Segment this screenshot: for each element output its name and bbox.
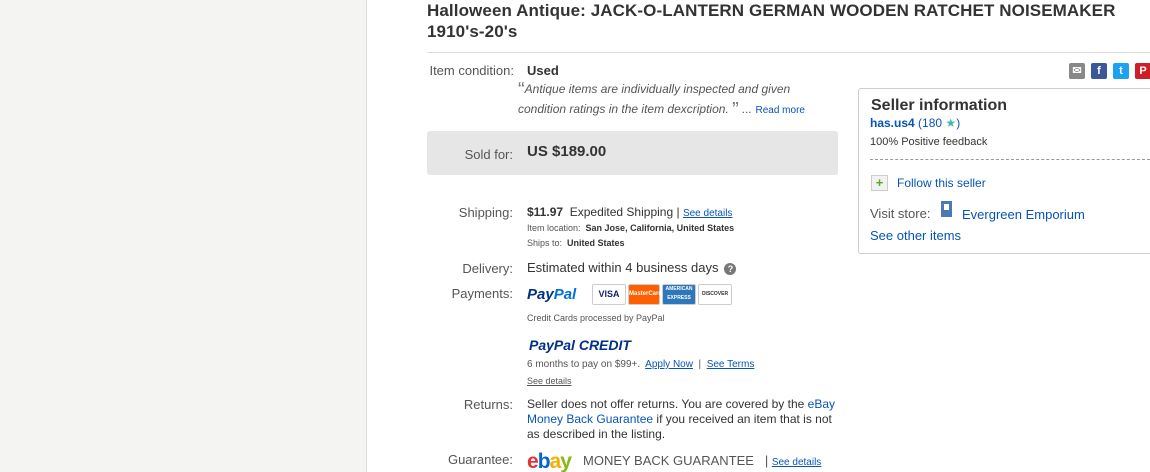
ships-to: Ships to: United States xyxy=(527,238,625,248)
apply-now-link[interactable]: Apply Now xyxy=(645,359,693,370)
amex-card-icon: AMERICAN EXPRESS xyxy=(662,284,696,305)
image-background xyxy=(0,0,366,472)
guarantee-see-details-link[interactable]: See details xyxy=(772,457,821,468)
shipping-see-details-link[interactable]: See details xyxy=(683,208,732,219)
ships-to-value: United States xyxy=(567,238,625,248)
paypal-credit-logo-credit: CREDIT xyxy=(578,337,631,353)
sold-for-label: Sold for: xyxy=(464,147,513,162)
guarantee-sep: | xyxy=(764,453,769,468)
money-back-guarantee: MONEY BACK GUARANTEE | See details xyxy=(583,453,821,468)
seller-name-link[interactable]: has.us4 xyxy=(870,116,915,130)
delivery-estimate: Estimated within 4 business days? xyxy=(527,260,737,275)
payments-see-details-link[interactable]: See details xyxy=(527,376,572,386)
credit-offer: 6 months to pay on $99+. Apply Now | See… xyxy=(527,359,754,370)
store-link[interactable]: Evergreen Emporium xyxy=(962,207,1085,222)
item-title: Halloween Antique: JACK-O-LANTERN GERMAN… xyxy=(427,1,1116,41)
ebay-logo-y: y xyxy=(560,450,572,472)
shipping-label: Shipping: xyxy=(458,205,513,220)
condition-note: “Antique items are individually inspecte… xyxy=(518,80,838,120)
item-location-label: Item location: xyxy=(527,223,581,233)
email-share-icon[interactable]: ✉ xyxy=(1069,63,1085,79)
shipping-details: $11.97 Expedited Shipping | See details xyxy=(527,205,732,219)
positive-feedback: 100% Positive feedback xyxy=(870,136,988,148)
ships-to-label: Ships to: xyxy=(527,238,563,248)
returns-policy: Seller does not offer returns. You are c… xyxy=(527,397,837,442)
help-icon[interactable]: ? xyxy=(724,263,737,275)
paypal-credit-logo-paypal: PayPal xyxy=(529,337,575,353)
see-terms-link[interactable]: See Terms xyxy=(707,359,755,370)
ebay-logo-a: a xyxy=(549,450,562,472)
paypal-logo: PayPal xyxy=(527,286,576,303)
condition-ellipsis: ... xyxy=(742,102,753,116)
sold-price: US $189.00 xyxy=(527,143,607,160)
pinterest-share-icon[interactable]: P xyxy=(1135,63,1150,79)
delivery-label: Delivery: xyxy=(462,261,513,276)
ebay-logo-b: b xyxy=(537,450,551,472)
follow-seller-link[interactable]: Follow this seller xyxy=(897,176,986,190)
store-icon xyxy=(941,201,952,217)
cards-note: Credit Cards processed by PayPal xyxy=(527,313,665,323)
visa-card-icon: VISA xyxy=(592,284,626,305)
feedback-close: ) xyxy=(956,116,961,130)
twitter-share-icon[interactable]: t xyxy=(1113,63,1129,79)
item-location: Item location: San Jose, California, Uni… xyxy=(527,223,734,233)
plus-icon[interactable]: + xyxy=(871,175,888,191)
image-divider xyxy=(366,0,367,472)
delivery-value: Estimated within 4 business days xyxy=(527,260,719,275)
condition-value: Used xyxy=(527,63,559,78)
credit-note: 6 months to pay on $99+. xyxy=(527,359,641,370)
ebay-logo-e: e xyxy=(527,450,539,472)
star-icon: ★ xyxy=(945,116,957,130)
payments-label: Payments: xyxy=(451,286,513,301)
visit-store-label: Visit store: xyxy=(870,206,931,221)
returns-label: Returns: xyxy=(463,397,513,412)
open-quote: “ xyxy=(518,79,525,101)
returns-text-a: Seller does not offer returns. You are c… xyxy=(527,397,805,411)
money-back-guarantee-text: MONEY BACK GUARANTEE xyxy=(583,453,754,468)
shipping-price: $11.97 xyxy=(527,205,564,219)
credit-sep: | xyxy=(698,359,702,370)
paypal-logo-pal: Pal xyxy=(553,286,577,303)
paypal-logo-pay: Pay xyxy=(527,286,554,303)
shipping-method: Expedited Shipping xyxy=(569,205,674,219)
read-more-link[interactable]: Read more xyxy=(756,105,805,116)
see-other-items-link[interactable]: See other items xyxy=(870,228,961,243)
feedback-score-link[interactable]: (180 xyxy=(918,116,942,130)
title-divider xyxy=(427,52,1150,53)
guarantee-label: Guarantee: xyxy=(447,452,513,467)
close-quote: ” xyxy=(732,99,739,121)
ebay-logo: ebay xyxy=(527,450,572,472)
item-location-value: San Jose, California, United States xyxy=(585,223,735,233)
mastercard-icon: MasterCard xyxy=(628,284,662,305)
paypal-credit-logo: PayPal CREDIT xyxy=(529,337,631,353)
discover-card-icon: DISCOVER xyxy=(698,284,732,305)
condition-label: Item condition: xyxy=(429,63,514,78)
shipping-sep: | xyxy=(676,205,680,219)
seller-identity: has.us4 (180 ★) xyxy=(870,116,960,130)
product-image[interactable] xyxy=(0,0,366,472)
facebook-share-icon[interactable]: f xyxy=(1091,63,1107,79)
seller-divider xyxy=(870,159,1150,160)
seller-info-heading: Seller information xyxy=(871,97,1008,114)
